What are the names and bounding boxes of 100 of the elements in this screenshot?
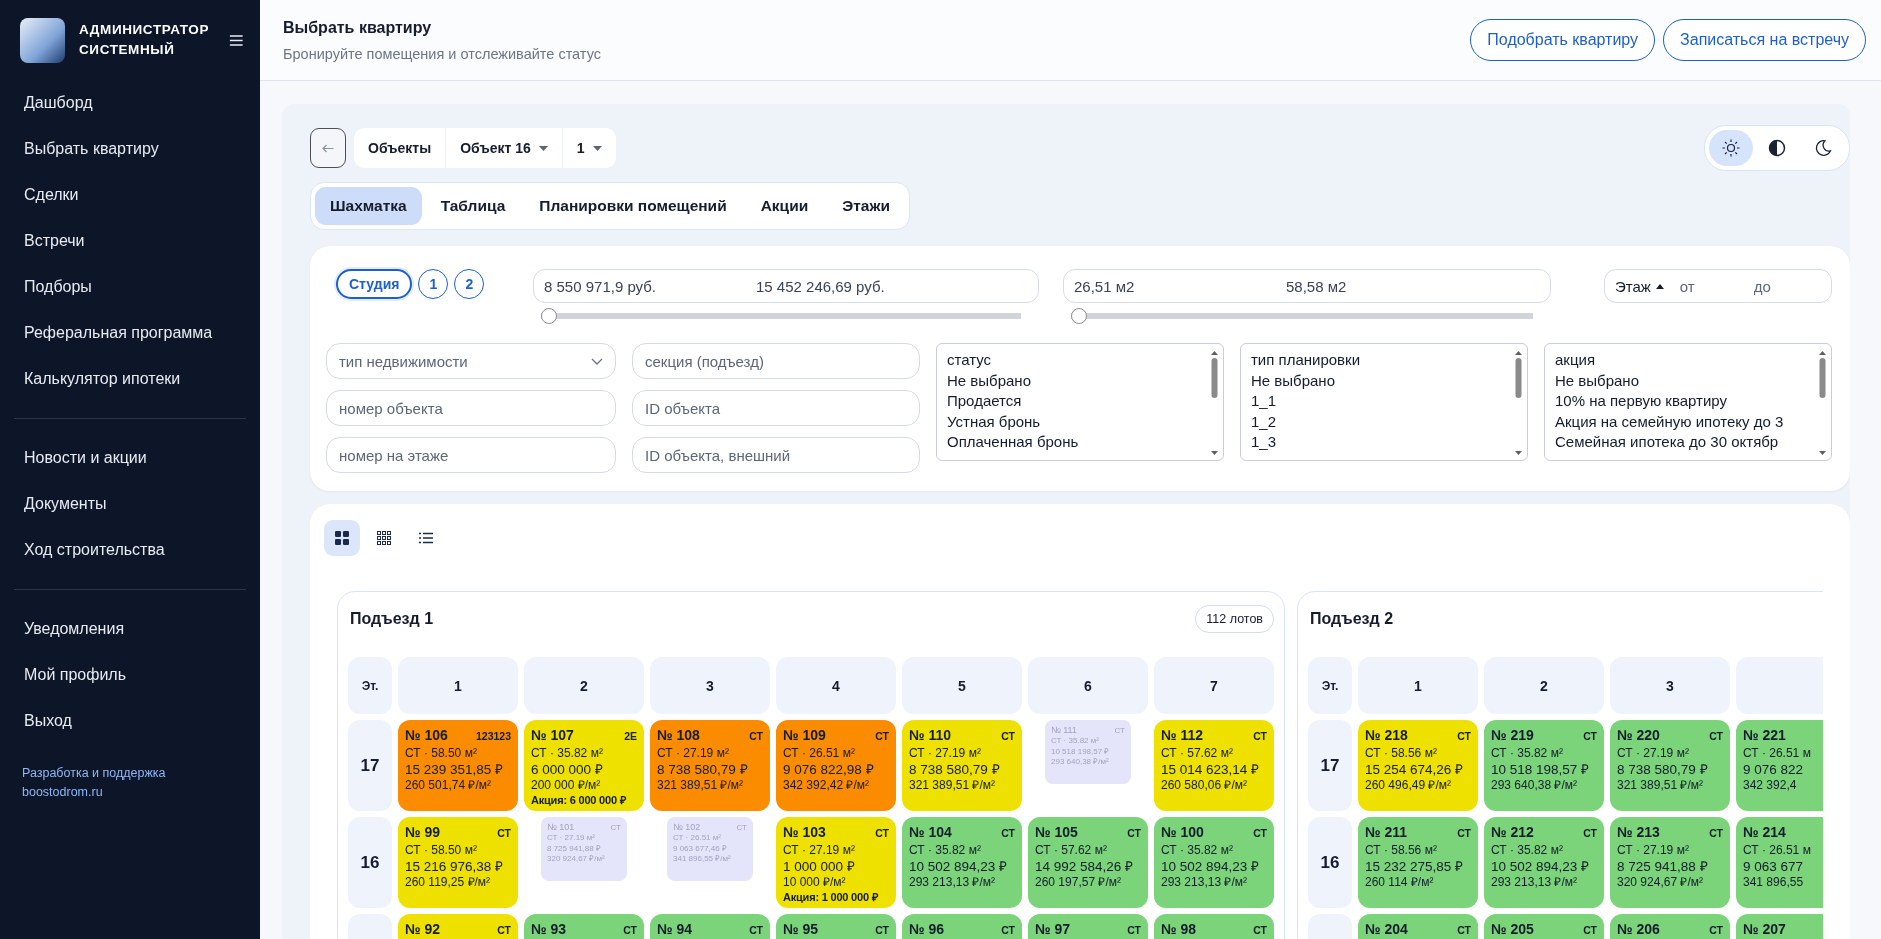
book-meeting-button[interactable]: Записаться на встречу	[1663, 19, 1866, 61]
apartment-card[interactable]: № 96 СТ	[902, 914, 1022, 939]
listbox-option[interactable]: 1_1	[1251, 391, 1277, 412]
apartment-card[interactable]: № 112 СТ СТ · 57.62 м² 15 014 623,14 ₽ 260 580,06 ₽/м²	[1154, 720, 1274, 811]
apartment-card[interactable]: № 211 СТ СТ · 58.56 м² 15 232 275,85 ₽ 260 114 ₽/м²	[1358, 817, 1478, 908]
input-field[interactable]: ID объекта, внешний	[632, 437, 920, 473]
apartment-card[interactable]: № 221 СТ · 26.51 м 9 076 822 342 392,4	[1736, 720, 1823, 811]
menu-icon[interactable]	[229, 33, 244, 47]
sidebar-item[interactable]: Встречи	[0, 218, 260, 264]
sidebar-item[interactable]: Подборы	[0, 264, 260, 310]
apartment-card[interactable]: № 106 123123 СТ · 58.50 м² 15 239 351,85 ₽ 260 501,74 ₽/м²	[398, 720, 518, 811]
scrollbar-drawing[interactable]	[1818, 350, 1827, 456]
apartment-card[interactable]: № 218 СТ СТ · 58.56 м² 15 254 674,26 ₽ 260 496,49 ₽/м²	[1358, 720, 1478, 811]
breadcrumb-dropdown[interactable]: Объект 16	[445, 128, 562, 168]
apartment-card[interactable]: № 100 СТ СТ · 35.82 м² 10 502 894,23 ₽ 293 213,13 ₽/м²	[1154, 817, 1274, 908]
slider-thumb[interactable]	[1071, 308, 1087, 324]
apartment-card[interactable]: № 103 СТ СТ · 27.19 м² 1 000 000 ₽ 10 000 ₽/м² Акция: 1 000 000 ₽	[776, 817, 896, 908]
apartment-card[interactable]: № 99 СТ СТ · 58.50 м² 15 216 976,38 ₽ 260 119,25 ₽/м²	[398, 817, 518, 908]
listbox-option[interactable]: Устная бронь	[947, 411, 1041, 432]
apartment-card[interactable]: № 95 СТ	[776, 914, 896, 939]
pick-apartment-button[interactable]: Подобрать квартиру	[1470, 19, 1656, 61]
input-field[interactable]: секция (подъезд)	[632, 343, 920, 379]
sidebar-item[interactable]: Дашборд	[0, 80, 260, 126]
listbox-option[interactable]: Акция на семейную ипотеку до 3	[1555, 411, 1784, 432]
tab[interactable]: Этажи	[827, 187, 905, 225]
listbox-option[interactable]: Не выбрано	[1251, 370, 1335, 391]
apartment-card[interactable]: № 110 СТ СТ · 27.19 м² 8 738 580,79 ₽ 321 389,51 ₽/м²	[902, 720, 1022, 811]
listbox-option[interactable]: Не выбрано	[1555, 370, 1639, 391]
floor-dropdown[interactable]: Этаж	[1615, 277, 1664, 295]
apartment-card[interactable]: № 220 СТ СТ · 27.19 м² 8 738 580,79 ₽ 321 389,51 ₽/м²	[1610, 720, 1730, 811]
sidebar-item[interactable]: Ход строительства	[0, 527, 260, 573]
apartment-card[interactable]: № 206 СТ	[1610, 914, 1730, 939]
apartment-number: № 99	[405, 824, 441, 840]
listbox[interactable]: тип планировки Не выбрано 1_1 1_2 1_3	[1240, 343, 1528, 461]
sidebar-item[interactable]: Выход	[0, 698, 260, 744]
apartment-area: СТ · 58.56 м²	[1365, 843, 1437, 858]
listbox-option[interactable]: статус	[947, 350, 992, 371]
apartment-card[interactable]: № 104 СТ СТ · 35.82 м² 10 502 894,23 ₽ 293 213,13 ₽/м²	[902, 817, 1022, 908]
sidebar-item[interactable]: Калькулятор ипотеки	[0, 356, 260, 402]
floor-to-input[interactable]: до	[1751, 276, 1820, 296]
apartment-card[interactable]: № 94 СТ	[650, 914, 770, 939]
sidebar-item[interactable]: Документы	[0, 481, 260, 527]
back-button[interactable]	[310, 128, 346, 168]
listbox[interactable]: статус Не выбрано Продается Устная бронь Оплаченная бронь	[936, 343, 1224, 461]
listbox-option[interactable]: тип планировки	[1251, 350, 1360, 371]
apartment-card[interactable]: № 213 СТ СТ · 27.19 м² 8 725 941,88 ₽ 320 924,67 ₽/м²	[1610, 817, 1730, 908]
listbox-option[interactable]: 10% на первую квартиру	[1555, 391, 1727, 412]
breadcrumb-link[interactable]: Объекты	[354, 128, 446, 168]
listbox-option[interactable]: Оплаченная бронь	[947, 432, 1079, 453]
apartment-card[interactable]: № 105 СТ СТ · 57.62 м² 14 992 584,26 ₽ 260 197,57 ₽/м²	[1028, 817, 1148, 908]
apartment-card[interactable]: № 97 СТ	[1028, 914, 1148, 939]
view-mode-button[interactable]	[324, 520, 360, 556]
input-field[interactable]: номер на этаже	[326, 437, 616, 473]
tab[interactable]: Акции	[745, 187, 824, 225]
developer-link[interactable]: Разработка и поддержка boostodrom.ru	[22, 764, 187, 802]
apartment-card[interactable]: № 214 СТ · 26.51 м 9 063 677 341 896,55	[1736, 817, 1823, 908]
sidebar-item[interactable]: Сделки	[0, 172, 260, 218]
room-filter-chip[interactable]: 2	[454, 269, 485, 299]
apartment-number: № 101	[547, 822, 575, 832]
scrollbar-drawing[interactable]	[1514, 350, 1523, 456]
price-per-sqm: 320 924,67 ₽/м²	[1617, 875, 1703, 890]
listbox[interactable]: акция Не выбрано 10% на первую квартиру Акция на семейную ипотеку до 3 Семейная ипотека до 30 октябр	[1544, 343, 1832, 461]
apartment-card[interactable]: № 212 СТ СТ · 35.82 м² 10 502 894,23 ₽ 293 213,13 ₽/м²	[1484, 817, 1604, 908]
apartment-card[interactable]: № 92 СТ	[398, 914, 518, 939]
apartment-price: 8 738 580,79 ₽	[1617, 761, 1708, 778]
listbox-option[interactable]: 1_3	[1251, 432, 1277, 453]
input-field[interactable]: ID объекта	[632, 390, 920, 426]
apartment-card[interactable]: № 219 СТ СТ · 35.82 м² 10 518 198,57 ₽ 293 640,38 ₽/м²	[1484, 720, 1604, 811]
apartment-card[interactable]: № 108 СТ СТ · 27.19 м² 8 738 580,79 ₽ 321 389,51 ₽/м²	[650, 720, 770, 811]
apartment-card[interactable]: № 109 СТ СТ · 26.51 м² 9 076 822,98 ₽ 342 392,42 ₽/м²	[776, 720, 896, 811]
property-type-select[interactable]: тип недвижимости	[326, 343, 616, 379]
slider-thumb[interactable]	[541, 308, 557, 324]
listbox-option[interactable]: акция	[1555, 350, 1595, 371]
tab[interactable]: Таблица	[425, 187, 521, 225]
breadcrumb-dropdown[interactable]: 1	[561, 128, 616, 168]
price-per-sqm: 200 000 ₽/м²	[531, 778, 601, 793]
apartment-card[interactable]: № 107 2Е СТ · 35.82 м² 6 000 000 ₽ 200 000 ₽/м² Акция: 6 000 000 ₽	[524, 720, 644, 811]
sidebar-item[interactable]: Выбрать квартиру	[0, 126, 260, 172]
listbox-option[interactable]: Не выбрано	[947, 370, 1031, 391]
sidebar-item[interactable]: Уведомления	[0, 606, 260, 652]
sidebar-item[interactable]: Мой профиль	[0, 652, 260, 698]
apartment-card[interactable]: № 204 СТ	[1358, 914, 1478, 939]
apartment-card[interactable]: № 205 СТ	[1484, 914, 1604, 939]
apartment-card[interactable]: № 93 СТ	[524, 914, 644, 939]
apartment-card[interactable]: № 207	[1736, 914, 1823, 939]
floor-from-input[interactable]: от	[1677, 276, 1746, 296]
sidebar-item[interactable]: Новости и акции	[0, 435, 260, 481]
tab[interactable]: Шахматка	[315, 187, 422, 225]
tab[interactable]: Планировки помещений	[524, 187, 742, 225]
input-field[interactable]: номер объекта	[326, 390, 616, 426]
room-filter-chip[interactable]: Студия	[336, 269, 413, 299]
scrollbar-drawing[interactable]	[1210, 350, 1219, 456]
apartment-area: СТ · 27.19 м²	[1617, 746, 1689, 761]
apartment-card[interactable]: № 98 СТ	[1154, 914, 1274, 939]
listbox-option[interactable]: Продается	[947, 391, 1022, 412]
room-filter-chip[interactable]: 1	[418, 269, 449, 299]
listbox-option[interactable]: 1_2	[1251, 411, 1277, 432]
sidebar-item[interactable]: Реферальная программа	[0, 310, 260, 356]
listbox-option[interactable]: Семейная ипотека до 30 октябр	[1555, 432, 1779, 453]
apartment-number: № 213	[1617, 824, 1660, 840]
